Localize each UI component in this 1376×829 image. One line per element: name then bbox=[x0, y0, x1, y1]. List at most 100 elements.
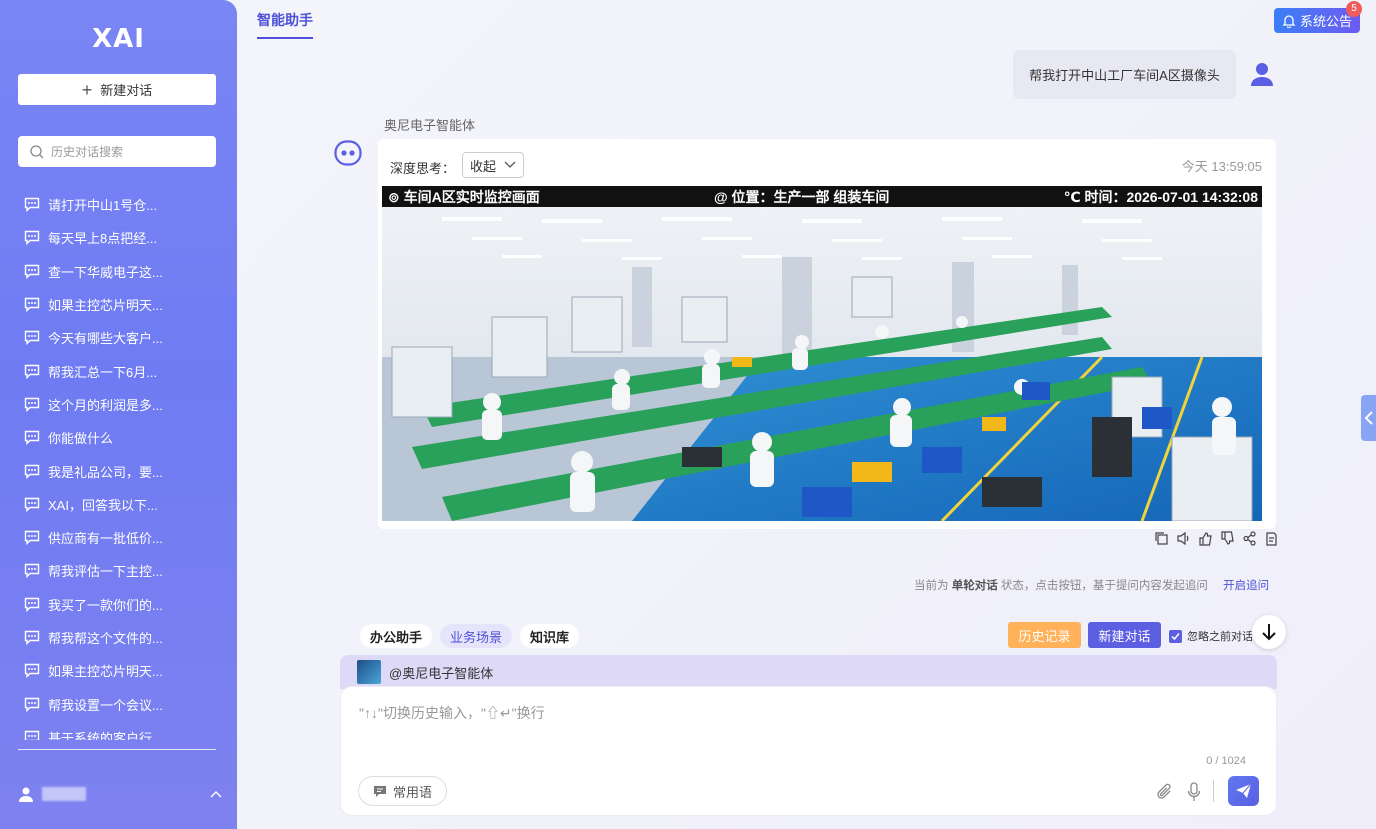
ignore-previous-label: 忽略之前对话 bbox=[1187, 631, 1253, 643]
collapse-right-panel-button[interactable] bbox=[1361, 395, 1376, 441]
history-item[interactable]: 帮我帮这个文件的... bbox=[0, 621, 237, 654]
chat-icon bbox=[24, 231, 40, 246]
send-button[interactable] bbox=[1228, 776, 1259, 806]
user-name-redacted bbox=[42, 787, 86, 801]
new-chat-button[interactable]: + 新建对话 bbox=[18, 74, 216, 105]
thumbs-up-icon[interactable] bbox=[1198, 531, 1213, 546]
char-counter: 0 / 1024 bbox=[1206, 755, 1246, 767]
ignore-previous-checkbox[interactable]: 忽略之前对话 bbox=[1169, 628, 1253, 644]
tab-assistant[interactable]: 智能助手 bbox=[257, 10, 313, 39]
history-item[interactable]: 基于系统的客户行 bbox=[0, 721, 237, 740]
message-input[interactable] bbox=[359, 703, 1239, 753]
chat-icon bbox=[24, 497, 40, 512]
common-phrases-label: 常用语 bbox=[393, 784, 433, 800]
share-icon[interactable] bbox=[1242, 531, 1257, 546]
history-search-input[interactable] bbox=[51, 144, 201, 159]
new-chat-label: 新建对话 bbox=[100, 83, 153, 98]
history-item[interactable]: XAI，回答我以下... bbox=[0, 488, 237, 521]
chat-icon bbox=[24, 264, 40, 279]
enable-followup-link[interactable]: 开启追问 bbox=[1223, 580, 1269, 592]
system-notice-button[interactable]: 系统公告 5 bbox=[1273, 1, 1362, 33]
history-item-label: 请打开中山1号仓... bbox=[48, 198, 158, 214]
note-icon[interactable] bbox=[1264, 531, 1279, 546]
tool-knowledge-base[interactable]: 知识库 bbox=[520, 624, 580, 648]
new-conversation-button[interactable]: 新建对话 bbox=[1088, 622, 1161, 648]
scroll-to-bottom-button[interactable] bbox=[1252, 615, 1286, 649]
history-item[interactable]: 这个月的利润是多... bbox=[0, 388, 237, 421]
chat-icon bbox=[24, 630, 40, 645]
history-item[interactable]: 每天早上8点把经... bbox=[0, 221, 237, 254]
chevron-up-icon[interactable] bbox=[209, 789, 223, 799]
system-notice-label: 系统公告 bbox=[1299, 14, 1352, 29]
status-prefix: 当前为 bbox=[914, 580, 949, 592]
history-item-label: XAI，回答我以下... bbox=[48, 497, 158, 513]
chat-icon bbox=[24, 530, 40, 546]
common-phrases-button[interactable]: 常用语 bbox=[358, 776, 448, 806]
send-icon bbox=[1236, 783, 1252, 798]
user-profile[interactable] bbox=[18, 782, 223, 806]
deep-think-toggle[interactable]: 收起 bbox=[462, 152, 524, 178]
chat-icon bbox=[24, 464, 40, 479]
conversation-mode-status: 当前为 单轮对话 状态，点击按钮，基于提问内容发起追问 开启追问 bbox=[914, 577, 1269, 593]
history-item[interactable]: 帮我评估一下主控... bbox=[0, 554, 237, 587]
history-item-label: 帮我设置一个会议... bbox=[48, 697, 163, 713]
history-item-label: 帮我帮这个文件的... bbox=[48, 631, 163, 646]
deep-think-toggle-label: 收起 bbox=[470, 158, 497, 174]
thumbs-down-icon[interactable] bbox=[1220, 531, 1235, 546]
message-composer: 0 / 1024 常用语 bbox=[340, 686, 1277, 816]
microphone-icon[interactable] bbox=[1187, 782, 1201, 802]
chat-icon bbox=[24, 364, 40, 379]
history-item[interactable]: 供应商有一批低价... bbox=[0, 521, 237, 554]
history-item[interactable]: 帮我设置一个会议... bbox=[0, 687, 237, 720]
message-timestamp: 今天 13:59:05 bbox=[1181, 159, 1262, 174]
agent-thumbnail bbox=[357, 660, 381, 684]
history-item-label: 这个月的利润是多... bbox=[48, 397, 163, 413]
history-records-button[interactable]: 历史记录 bbox=[1008, 622, 1081, 648]
history-item[interactable]: 你能做什么 bbox=[0, 421, 237, 454]
history-item[interactable]: 我买了一款你们的... bbox=[0, 588, 237, 621]
selected-agent-tag: @奥尼电子智能体 bbox=[389, 665, 494, 681]
chat-icon bbox=[24, 331, 40, 346]
user-avatar-icon bbox=[1251, 63, 1273, 86]
bell-icon bbox=[1282, 14, 1296, 28]
tool-office-assistant[interactable]: 办公助手 bbox=[360, 624, 433, 648]
camera-title: ⊚ 车间A区实时监控画面 bbox=[388, 188, 540, 205]
speaker-icon[interactable] bbox=[1176, 531, 1191, 546]
sidebar: XAI + 新建对话 请打开中山1号仓... 每天早上8点把经... 查一下华威电子… bbox=[0, 0, 237, 829]
chat-icon bbox=[24, 730, 40, 740]
chevron-down-icon bbox=[504, 161, 516, 168]
history-item-label: 每天早上8点把经... bbox=[48, 231, 158, 247]
history-item-label: 供应商有一批低价... bbox=[48, 531, 163, 547]
paperclip-icon[interactable] bbox=[1156, 783, 1174, 801]
history-item-label: 基于系统的客户行 bbox=[48, 730, 153, 740]
copy-icon[interactable] bbox=[1154, 531, 1169, 546]
history-item[interactable]: 今天有哪些大客户... bbox=[0, 321, 237, 354]
user-icon bbox=[19, 787, 33, 802]
camera-feed: ⊚ 车间A区实时监控画面 @ 位置：生产一部 组装车间 ℃ 时间：2026-07… bbox=[382, 186, 1262, 521]
history-item[interactable]: 帮我汇总一下6月... bbox=[0, 354, 237, 387]
app-logo: XAI bbox=[92, 24, 145, 54]
history-item-label: 如果主控芯片明天... bbox=[48, 664, 163, 680]
history-search bbox=[18, 136, 216, 167]
history-item[interactable]: 我是礼品公司，要... bbox=[0, 454, 237, 487]
history-item[interactable]: 请打开中山1号仓... bbox=[0, 188, 237, 221]
history-item[interactable]: 查一下华威电子这... bbox=[0, 255, 237, 288]
deep-think-label: 深度思考： bbox=[390, 161, 456, 176]
search-icon bbox=[30, 144, 44, 158]
chat-icon bbox=[24, 197, 40, 213]
status-mode: 单轮对话 bbox=[951, 580, 998, 592]
chat-icon bbox=[24, 664, 40, 679]
message-actions bbox=[1154, 531, 1279, 546]
arrow-down-icon bbox=[1262, 624, 1276, 641]
history-item[interactable]: 如果主控芯片明天... bbox=[0, 288, 237, 321]
camera-overlay-bar: ⊚ 车间A区实时监控画面 @ 位置：生产一部 组装车间 ℃ 时间：2026-07… bbox=[382, 186, 1262, 207]
history-item[interactable]: 如果主控芯片明天... bbox=[0, 654, 237, 687]
tool-business-scenario[interactable]: 业务场景 bbox=[440, 624, 513, 648]
history-item-label: 帮我汇总一下6月... bbox=[48, 364, 158, 380]
status-suffix: 状态，点击按钮，基于提问内容发起追问 bbox=[1000, 580, 1208, 592]
checkbox-checked-icon bbox=[1169, 629, 1182, 643]
history-item-label: 我是礼品公司，要... bbox=[48, 464, 163, 480]
agent-response-card: 深度思考： 收起 今天 13:59:05 ⊚ 车间A区实时监控画面 @ 位置：生… bbox=[378, 139, 1276, 529]
chevron-left-icon bbox=[1364, 411, 1373, 425]
agent-name: 奥尼电子智能体 bbox=[384, 118, 476, 133]
